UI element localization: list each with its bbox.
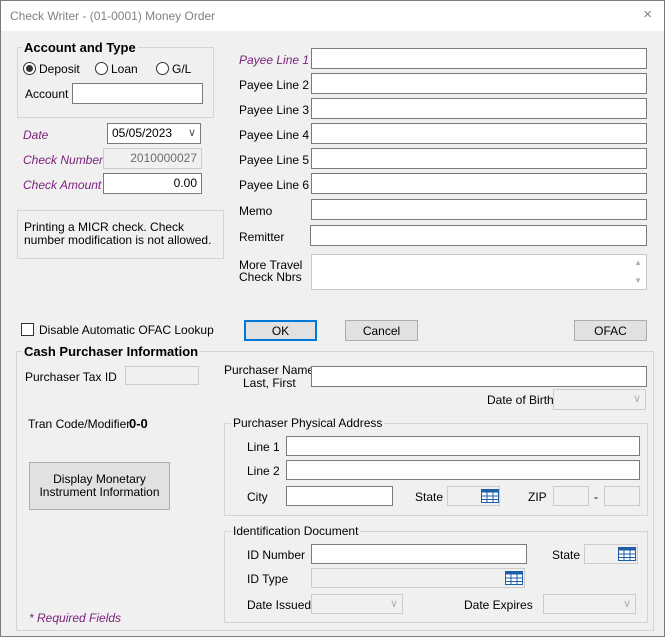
id-number-input[interactable]	[311, 544, 527, 564]
city-label: City	[247, 490, 268, 504]
date-label: Date	[23, 128, 49, 142]
chevron-down-icon[interactable]: ∨	[188, 126, 196, 139]
zip-label: ZIP	[528, 490, 547, 504]
physical-address-title: Purchaser Physical Address	[231, 416, 385, 430]
address-line-2-label: Line 2	[247, 464, 280, 478]
purchaser-tax-id-input	[125, 366, 199, 385]
id-type-lookup-icon[interactable]	[505, 571, 523, 585]
check-amount-input[interactable]: 0.00	[103, 173, 202, 194]
title-bar: Check Writer - (01-0001) Money Order ×	[1, 1, 664, 31]
disable-ofac-checkbox[interactable]	[21, 323, 34, 336]
city-input[interactable]	[286, 486, 393, 506]
id-state-label: State	[552, 548, 581, 562]
address-line-1-label: Line 1	[247, 440, 280, 454]
date-picker[interactable]: 05/05/2023 ∨	[107, 123, 201, 144]
tran-code-label: Tran Code/Modifier	[28, 417, 131, 431]
chevron-down-icon: ∨	[632, 393, 641, 405]
state-lookup-icon[interactable]	[481, 489, 499, 503]
scroll-up-icon[interactable]: ▲	[634, 258, 642, 267]
display-monetary-instrument-button[interactable]: Display Monetary Instrument Information	[29, 462, 170, 510]
close-icon[interactable]: ×	[643, 7, 652, 23]
date-of-birth-picker: ∨	[553, 389, 646, 410]
remitter-label: Remitter	[239, 230, 285, 244]
payee-line-5-input[interactable]	[311, 148, 647, 169]
date-of-birth-label: Date of Birth	[487, 393, 554, 407]
purchaser-name-label-1: Purchaser Name:	[224, 363, 318, 377]
disable-ofac-label[interactable]: Disable Automatic OFAC Lookup	[39, 323, 214, 337]
payee-line-3-label: Payee Line 3	[239, 103, 310, 117]
identification-document-title: Identification Document	[231, 524, 361, 538]
travel-check-label-2: Check Nbrs	[239, 270, 302, 284]
loan-radio-label[interactable]: Loan	[111, 62, 138, 76]
account-type-title: Account and Type	[22, 40, 138, 55]
payee-line-6-label: Payee Line 6	[239, 178, 310, 192]
display-monetary-label-2: Instrument Information	[39, 485, 160, 499]
payee-line-2-input[interactable]	[311, 73, 647, 94]
cancel-button[interactable]: Cancel	[345, 320, 418, 341]
account-input[interactable]	[72, 83, 203, 104]
date-expires-label: Date Expires	[464, 598, 533, 612]
check-number-label: Check Number	[23, 153, 104, 167]
required-fields-note: * Required Fields	[29, 611, 122, 625]
scroll-down-icon[interactable]: ▼	[634, 276, 642, 285]
payee-line-4-input[interactable]	[311, 123, 647, 144]
zip-extension-input	[604, 486, 640, 506]
deposit-radio-label[interactable]: Deposit	[39, 62, 80, 76]
payee-line-1-input[interactable]	[311, 48, 647, 69]
ok-button[interactable]: OK	[244, 320, 317, 341]
purchaser-tax-id-label: Purchaser Tax ID	[25, 370, 117, 384]
chevron-down-icon: ∨	[389, 598, 398, 610]
account-label: Account	[25, 87, 69, 101]
chevron-down-icon: ∨	[622, 598, 631, 610]
gl-radio-label[interactable]: G/L	[172, 62, 191, 76]
deposit-radio[interactable]	[23, 62, 36, 75]
zip-separator: -	[594, 490, 598, 504]
id-number-label: ID Number	[247, 548, 306, 562]
window-title: Check Writer - (01-0001) Money Order	[10, 9, 216, 23]
date-expires-picker: ∨	[543, 594, 636, 614]
tran-code-value: 0-0	[129, 416, 148, 431]
cash-purchaser-title: Cash Purchaser Information	[22, 344, 201, 359]
check-number-input: 2010000027	[103, 148, 202, 169]
id-type-label: ID Type	[247, 572, 289, 586]
memo-label: Memo	[239, 204, 273, 218]
micr-message: Printing a MICR check. Check number modi…	[24, 220, 212, 247]
payee-line-1-label: Payee Line 1	[239, 53, 310, 67]
address-line-1-input[interactable]	[286, 436, 640, 456]
travel-check-numbers-textarea[interactable]: ▲ ▼	[311, 254, 647, 290]
check-writer-window: Check Writer - (01-0001) Money Order × A…	[0, 0, 665, 637]
purchaser-name-label-2: Last, First	[243, 376, 296, 390]
gl-radio[interactable]	[156, 62, 169, 75]
payee-line-3-input[interactable]	[311, 98, 647, 119]
loan-radio[interactable]	[95, 62, 108, 75]
payee-line-6-input[interactable]	[311, 173, 647, 194]
payee-line-4-label: Payee Line 4	[239, 128, 310, 142]
ofac-button[interactable]: OFAC	[574, 320, 647, 341]
date-issued-label: Date Issued	[247, 598, 312, 612]
date-value: 05/05/2023	[112, 126, 173, 140]
address-state-label: State	[415, 490, 444, 504]
id-type-input	[311, 568, 525, 588]
date-issued-picker: ∨	[311, 594, 403, 614]
memo-input[interactable]	[311, 199, 647, 220]
payee-line-5-label: Payee Line 5	[239, 153, 310, 167]
purchaser-name-input[interactable]	[311, 366, 647, 387]
payee-line-2-label: Payee Line 2	[239, 78, 310, 92]
check-amount-label: Check Amount	[23, 178, 102, 192]
id-state-lookup-icon[interactable]	[618, 547, 636, 561]
remitter-input[interactable]	[310, 225, 647, 246]
zip-input	[553, 486, 589, 506]
address-line-2-input[interactable]	[286, 460, 640, 480]
